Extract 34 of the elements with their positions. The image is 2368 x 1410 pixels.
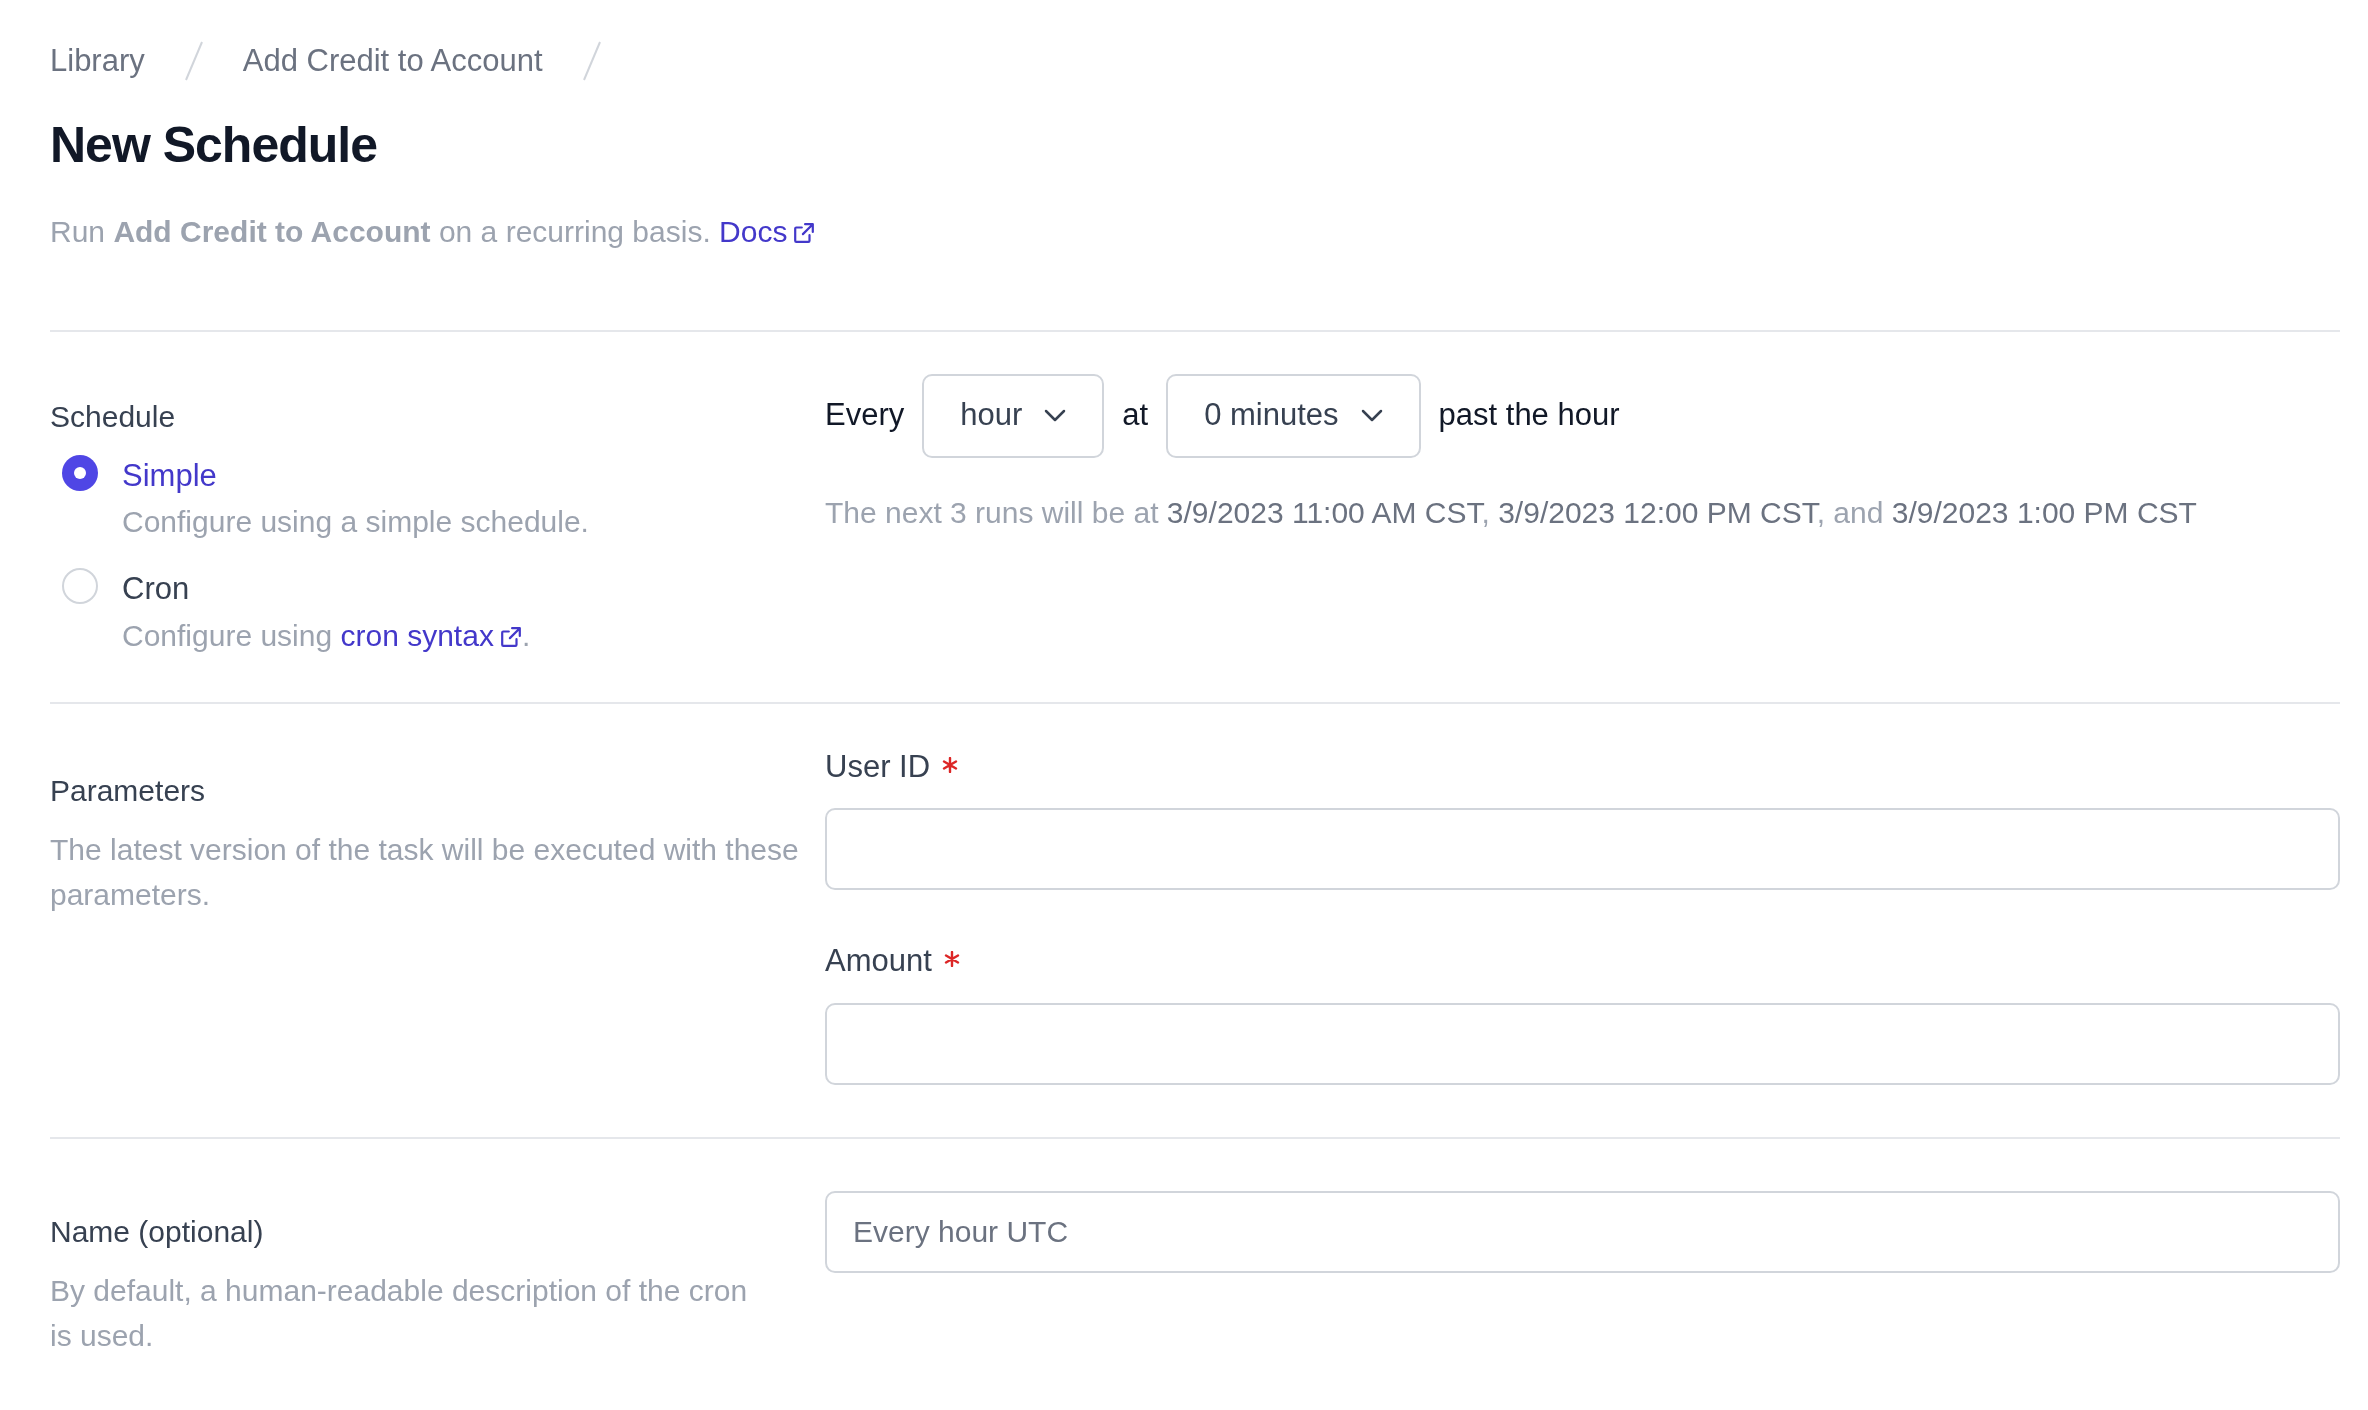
section-description: By default, a human-readable description of the cron is used. [50, 1272, 749, 1354]
at-label: at [1122, 396, 1149, 435]
text-input[interactable] [825, 808, 2340, 890]
radio-label: Cron [122, 570, 191, 608]
field-label: Amount [825, 942, 932, 980]
breadcrumb-link[interactable]: Library [50, 38, 145, 85]
breadcrumb-separator-icon [582, 41, 601, 82]
docs-link[interactable]: Docs [719, 214, 816, 248]
option-description: Configure using cron syntax . [122, 617, 531, 654]
page-title: New Schedule [50, 115, 378, 175]
section-label: Schedule [50, 398, 177, 435]
page-description: Run Add Credit to Account on a recurring basis. Docs [50, 208, 2340, 254]
minutes-select[interactable]: 0 minutes [1166, 373, 1421, 458]
breadcrumb-separator-icon [184, 41, 203, 82]
text-input[interactable] [825, 1002, 2340, 1085]
option-description: Configure using a simple schedule. [122, 504, 589, 540]
breadcrumb-link[interactable]: Add Credit to Account [242, 38, 543, 85]
section-description: The latest version of the task will be executed with these parameters. [50, 831, 800, 913]
every-label: Every [825, 396, 905, 435]
cron-syntax-link[interactable]: cron syntax [340, 618, 522, 652]
past-the-hour-label: past the hour [1438, 396, 1620, 435]
section-label: Name (optional) [50, 1213, 265, 1250]
field-label: User ID [825, 747, 931, 786]
chevron-down-icon [1044, 408, 1067, 423]
interval-select[interactable]: hour [922, 373, 1105, 458]
next-runs-text: The next 3 runs will be at 3/9/2023 11:00 AM CST, 3/9/2023 12:00 PM CST, and 3/9/2023 1:00 PM CST [825, 494, 2198, 531]
radio-button[interactable] [62, 454, 98, 491]
radio-button[interactable] [62, 568, 98, 604]
chevron-down-icon [1360, 408, 1383, 423]
radio-label: Simple [122, 456, 218, 495]
external-link-icon [793, 221, 816, 244]
section-label: Parameters [50, 772, 207, 809]
external-link-icon [499, 625, 522, 648]
name-input[interactable]: Every hour UTC [825, 1190, 2340, 1273]
